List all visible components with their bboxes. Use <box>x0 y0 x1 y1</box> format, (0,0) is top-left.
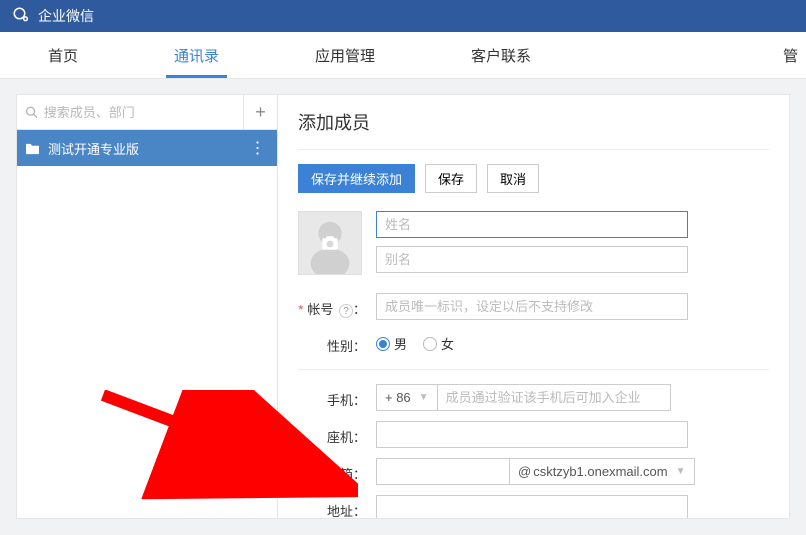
org-tree-item[interactable]: 测试开通专业版 ⋮ <box>17 130 277 166</box>
help-icon[interactable]: ? <box>339 304 353 318</box>
account-input[interactable] <box>376 293 688 320</box>
label-account: *帐号 ?： <box>298 293 376 318</box>
tab-customers[interactable]: 客户联系 <box>463 32 539 78</box>
folder-icon <box>25 142 40 155</box>
save-continue-button[interactable]: 保存并继续添加 <box>298 164 415 193</box>
address-input[interactable] <box>376 495 688 519</box>
org-sidebar: + 测试开通专业版 ⋮ <box>16 94 278 519</box>
save-button[interactable]: 保存 <box>425 164 477 193</box>
label-email: 邮箱： <box>298 458 376 483</box>
tel-input[interactable] <box>376 421 688 448</box>
radio-icon <box>376 337 390 351</box>
wecom-logo-icon <box>12 6 30 27</box>
radio-male[interactable]: 男 <box>376 334 407 353</box>
org-item-label: 测试开通专业版 <box>48 139 239 158</box>
avatar-upload[interactable] <box>298 211 362 275</box>
chevron-down-icon: ▼ <box>676 466 686 477</box>
phone-input[interactable] <box>437 384 671 411</box>
email-domain-select[interactable]: @ csktzyb1.onexmail.com ▼ <box>510 458 695 485</box>
search-input[interactable] <box>44 105 235 120</box>
label-gender: 性别： <box>298 330 376 355</box>
app-topbar: 企业微信 <box>0 0 806 32</box>
search-icon <box>25 105 38 119</box>
add-org-button[interactable]: + <box>243 95 277 129</box>
org-item-more-icon[interactable]: ⋮ <box>247 138 269 158</box>
label-address: 地址： <box>298 495 376 519</box>
tab-home[interactable]: 首页 <box>40 32 86 78</box>
label-phone: 手机： <box>298 384 376 409</box>
tab-contacts[interactable]: 通讯录 <box>166 32 227 78</box>
search-box[interactable] <box>17 99 243 126</box>
tab-manage-partial[interactable]: 管 <box>775 32 806 78</box>
name-input[interactable] <box>376 211 688 238</box>
app-title: 企业微信 <box>38 6 94 26</box>
page-title: 添加成员 <box>298 109 769 150</box>
chevron-down-icon: ▼ <box>419 392 429 403</box>
radio-icon <box>423 337 437 351</box>
cancel-button[interactable]: 取消 <box>487 164 539 193</box>
avatar-placeholder-icon <box>299 212 361 274</box>
email-local-input[interactable] <box>376 458 510 485</box>
alias-input[interactable] <box>376 246 688 273</box>
main-nav: 首页 通讯录 应用管理 客户联系 管 <box>0 32 806 78</box>
country-code-select[interactable]: + 86 ▼ <box>376 384 437 411</box>
tab-apps[interactable]: 应用管理 <box>307 32 383 78</box>
radio-female[interactable]: 女 <box>423 334 454 353</box>
label-tel: 座机： <box>298 421 376 446</box>
content-panel: 添加成员 保存并继续添加 保存 取消 <box>278 94 790 519</box>
